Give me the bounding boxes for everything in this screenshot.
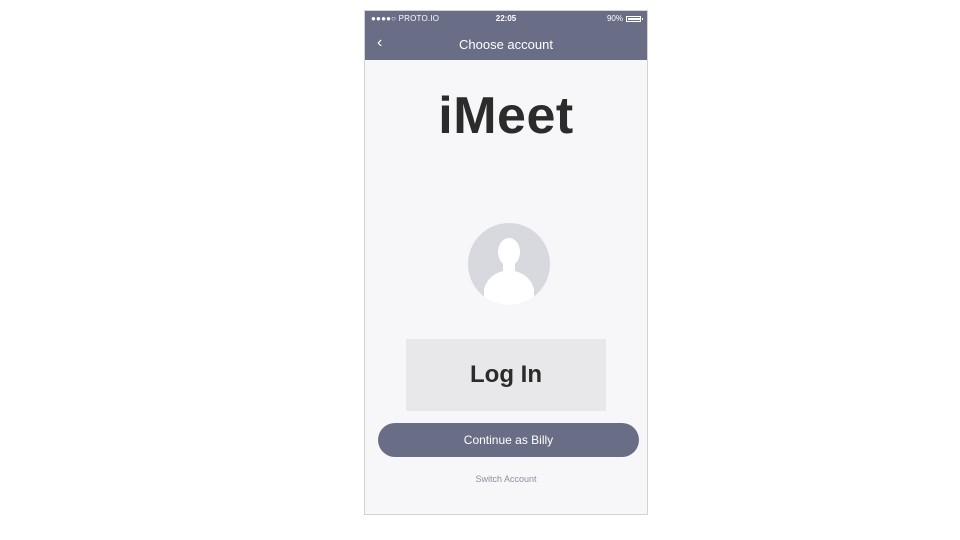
phone-screen: ●●●●○ PROTO.IO 22:05 90% ‹ Choose accoun… [364,10,648,515]
switch-account-link[interactable]: Switch Account [365,474,647,484]
app-logo: iMeet [438,87,574,145]
battery-icon [626,15,643,22]
navigation-bar: ‹ Choose account [365,27,647,60]
battery-percent: 90% [606,14,623,23]
page-title: Choose account [459,37,553,52]
clock: 22:05 [495,14,517,23]
status-bar: ●●●●○ PROTO.IO 22:05 90% [365,11,647,27]
user-avatar [468,223,550,305]
continue-label: Continue as Billy [463,433,554,447]
user-silhouette-icon [484,238,534,305]
login-label: Log In [470,361,542,388]
battery-status: 90% [606,14,643,23]
continue-as-user-button[interactable]: Continue as Billy [378,423,639,457]
login-button[interactable]: Log In [406,339,606,411]
